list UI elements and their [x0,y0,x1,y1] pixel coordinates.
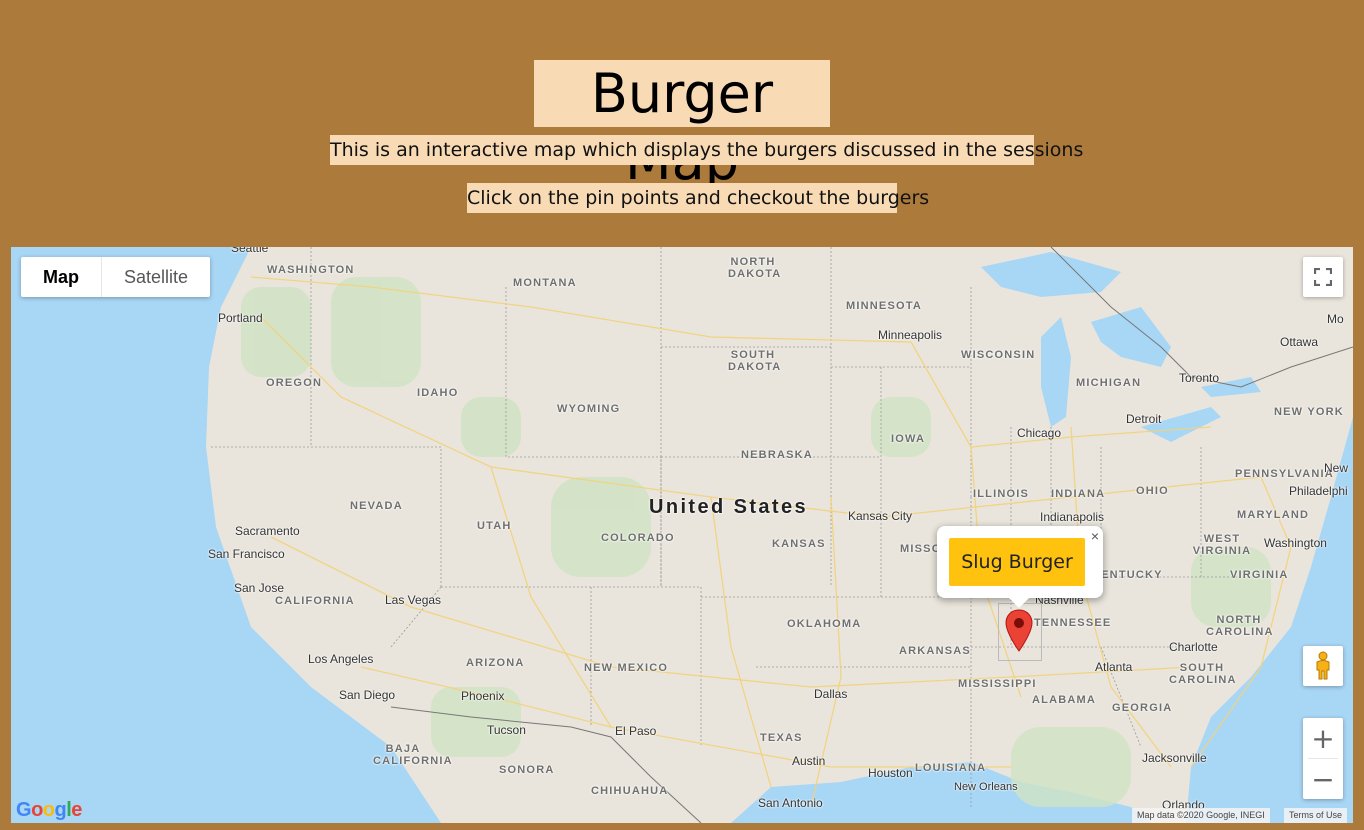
city-label: Ottawa [1280,335,1319,349]
state-label: SOUTH DAKOTA [728,349,782,373]
state-label: ARIZONA [466,657,525,669]
state-label: CALIFORNIA [275,595,355,607]
fullscreen-icon [1314,268,1332,286]
page-subtitle: This is an interactive map which display… [330,135,1083,165]
state-label: KANSAS [772,538,826,550]
city-label: Tucson [487,723,526,737]
street-view-button[interactable] [1303,646,1343,686]
state-label: MISSO [900,543,942,555]
zoom-control: + − [1303,718,1343,799]
city-label: Indianapolis [1040,510,1105,524]
state-label: BAJA CALIFORNIA [373,743,453,767]
state-label: NEBRASKA [741,449,813,461]
state-label: OKLAHOMA [787,618,862,630]
state-label: MISSISSIPPI [958,678,1037,690]
city-label: Chicago [1017,426,1062,440]
state-label: WISCONSIN [961,349,1036,361]
city-label: Mo [1327,312,1344,326]
city-label: Jacksonville [1142,751,1207,765]
city-label: Sacramento [235,524,300,538]
zoom-out-button[interactable]: − [1303,759,1343,799]
state-label: IDAHO [417,387,459,399]
state-label: COLORADO [601,532,675,544]
state-label: WYOMING [557,403,621,415]
map-type-map-button[interactable]: Map [21,257,102,297]
state-label: ARKANSAS [899,645,971,657]
city-label: New [1324,461,1349,475]
city-label: San Jose [234,581,285,595]
city-label: Las Vegas [385,593,442,607]
state-label: INDIANA [1051,488,1106,500]
page-title: Burger Map [534,60,830,192]
city-label: Washington [1264,536,1327,550]
state-label: NEW YORK [1274,406,1344,418]
page-instructions: Click on the pin points and checkout the… [467,183,929,213]
state-label: NEVADA [350,500,403,512]
state-label: ILLINOIS [973,488,1030,500]
fullscreen-button[interactable] [1303,257,1343,297]
state-label: NEW MEXICO [584,662,669,674]
city-label: Minneapolis [878,328,943,342]
state-label: NORTH CAROLINA [1206,614,1274,638]
map-marker-icon[interactable] [1005,609,1033,653]
map-type-control: Map Satellite [21,257,211,297]
city-label: Houston [868,766,913,780]
city-label: San Diego [339,688,396,702]
city-label: Austin [792,754,826,768]
state-label: UTAH [477,520,512,532]
map-type-satellite-button[interactable]: Satellite [102,257,210,297]
state-label: ALABAMA [1032,694,1097,706]
state-label: LOUISIANA [915,762,987,774]
state-label: OHIO [1136,485,1169,497]
city-label: Seattle [231,247,269,255]
state-label: VIRGINIA [1230,569,1289,581]
city-label: Portland [218,311,263,325]
state-label: GEORGIA [1112,702,1173,714]
state-label: WEST VIRGINIA [1192,533,1252,557]
terms-link[interactable]: Terms of Use [1284,808,1348,823]
close-icon[interactable]: × [1091,528,1099,544]
zoom-in-button[interactable]: + [1303,718,1343,758]
state-label: OREGON [266,377,323,389]
city-label: Detroit [1126,412,1162,426]
city-label: Philadelphi [1289,484,1348,498]
city-label: New Orleans [954,781,1018,793]
map-attribution: Map data ©2020 Google, INEGI [1132,808,1270,823]
map-base [11,247,1353,823]
state-label: IOWA [891,433,926,445]
state-label: TEXAS [760,732,803,744]
state-label: WASHINGTON [267,264,355,276]
city-label: Kansas City [848,509,913,523]
state-label: CHIHUAHUA [591,785,669,797]
city-label: Atlanta [1095,660,1133,674]
city-label: Toronto [1179,371,1220,385]
city-label: El Paso [615,724,657,738]
google-logo: Google [16,799,82,821]
country-label: United States [649,496,809,518]
state-label: MICHIGAN [1076,377,1142,389]
map-canvas[interactable]: United States WASHINGTON MONTANA NORTH D… [11,247,1353,823]
pegman-icon [1316,651,1330,680]
city-label: San Francisco [208,547,285,561]
city-label: San Antonio [758,796,823,810]
city-label: Los Angeles [308,652,374,666]
state-label: MARYLAND [1237,509,1310,521]
state-label: SOUTH CAROLINA [1169,662,1237,686]
state-label: SONORA [499,764,555,776]
state-label: TENNESSEE [1034,617,1112,629]
state-label: MONTANA [513,277,577,289]
city-label: Dallas [814,687,848,701]
burger-button[interactable]: Slug Burger [949,538,1085,586]
city-label: Charlotte [1169,640,1218,654]
state-label: NORTH DAKOTA [728,256,782,280]
state-label: PENNSYLVANIA [1235,468,1334,480]
state-label: MINNESOTA [846,300,922,312]
info-window: Slug Burger × [937,526,1103,608]
city-label: Phoenix [461,689,505,703]
